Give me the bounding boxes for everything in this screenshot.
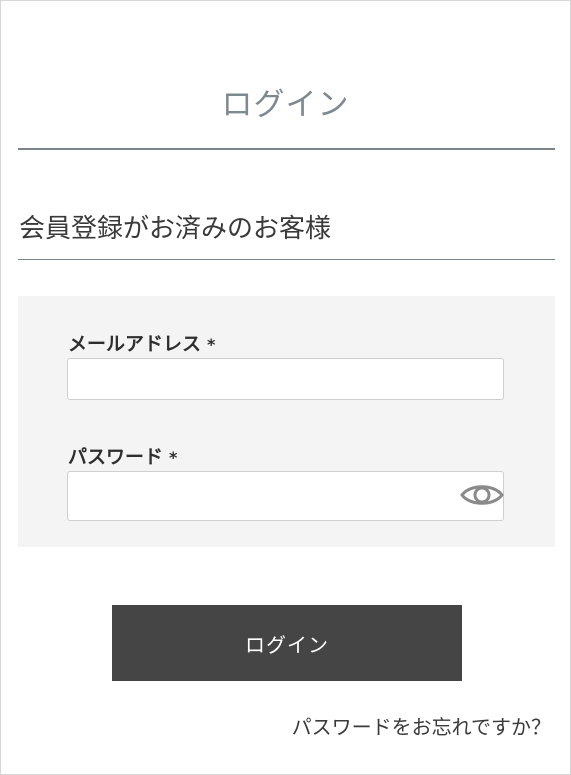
title-divider xyxy=(18,148,555,150)
email-label-text: メールアドレス xyxy=(68,333,202,355)
password-label-text: パスワード xyxy=(68,446,164,468)
email-label: メールアドレス * xyxy=(68,329,215,356)
login-button[interactable]: ログイン xyxy=(112,605,462,681)
forgot-password-link[interactable]: パスワードをお忘れですか？ xyxy=(292,711,551,740)
show-password-toggle[interactable] xyxy=(459,478,505,512)
eye-icon xyxy=(460,485,504,505)
login-form-panel: メールアドレス * パスワード * xyxy=(18,296,555,547)
password-input[interactable] xyxy=(67,471,504,521)
login-page: ログイン 会員登録がお済みのお客様 メールアドレス * パスワード * ログイン パ… xyxy=(0,0,571,775)
section-heading: 会員登録がお済みのお客様 xyxy=(19,214,332,244)
required-mark: * xyxy=(207,335,216,354)
page-title: ログイン xyxy=(221,87,350,123)
password-label: パスワード * xyxy=(68,442,177,469)
email-input[interactable] xyxy=(67,358,504,400)
section-divider xyxy=(18,259,555,260)
required-mark: * xyxy=(169,448,178,467)
